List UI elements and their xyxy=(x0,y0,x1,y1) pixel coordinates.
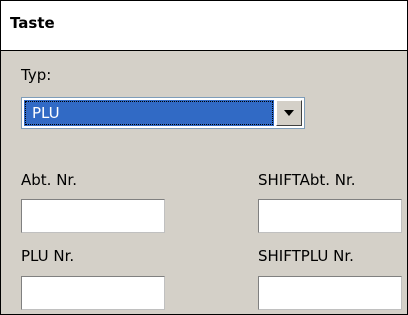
abt-nr-label: Abt. Nr. xyxy=(21,171,77,189)
abt-nr-field[interactable] xyxy=(21,199,165,233)
typ-select-value: PLU xyxy=(24,100,274,126)
shift-plu-nr-label: SHIFTPLU Nr. xyxy=(258,247,354,265)
shift-abt-nr-field[interactable] xyxy=(258,199,402,233)
plu-nr-field[interactable] xyxy=(21,276,165,310)
shift-plu-nr-field[interactable] xyxy=(258,276,402,310)
panel-title: Taste xyxy=(10,14,55,32)
dropdown-button[interactable] xyxy=(276,100,302,126)
panel-header: Taste xyxy=(1,1,407,51)
taste-panel: Taste Typ: PLU Abt. Nr. SHIFTAbt. Nr. PL… xyxy=(0,0,408,315)
typ-label: Typ: xyxy=(21,66,52,84)
plu-nr-label: PLU Nr. xyxy=(21,247,75,265)
typ-select[interactable]: PLU xyxy=(21,97,305,129)
shift-abt-nr-label: SHIFTAbt. Nr. xyxy=(258,171,356,189)
triangle-down-icon xyxy=(284,110,294,116)
